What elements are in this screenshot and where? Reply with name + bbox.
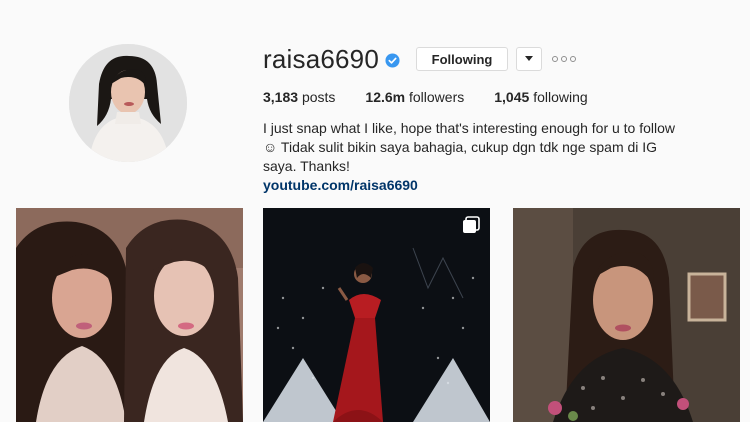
profile-page: raisa6690 Following 3,183 posts 12.6m fo…	[0, 0, 750, 422]
profile-bio: I just snap what I like, hope that's int…	[263, 119, 683, 195]
followers-label: followers	[409, 89, 465, 105]
post-thumbnail[interactable]	[513, 208, 740, 422]
posts-count: 3,183	[263, 89, 299, 105]
more-options-icon[interactable]	[552, 56, 576, 62]
chevron-down-icon	[525, 56, 533, 61]
post-thumbnail[interactable]	[16, 208, 243, 422]
bio-link[interactable]: youtube.com/raisa6690	[263, 176, 683, 195]
posts-stat: 3,183 posts	[263, 88, 335, 106]
verified-badge-icon	[385, 52, 400, 68]
posts-label: posts	[301, 89, 336, 105]
profile-stats: 3,183 posts 12.6m followers 1,045 follow…	[263, 88, 618, 106]
profile-avatar[interactable]	[69, 44, 187, 162]
profile-username: raisa6690	[263, 44, 379, 74]
bio-text: I just snap what I like, hope that's int…	[263, 120, 676, 174]
followers-stat[interactable]: 12.6m followers	[365, 88, 464, 106]
post-thumbnail[interactable]	[263, 208, 490, 422]
multiple-photos-icon	[463, 216, 480, 233]
following-label: following	[533, 89, 588, 105]
followers-count: 12.6m	[365, 89, 406, 105]
profile-header: raisa6690 Following	[263, 44, 576, 74]
following-button[interactable]: Following	[416, 47, 508, 71]
following-stat[interactable]: 1,045 following	[494, 88, 587, 106]
following-count: 1,045	[494, 89, 530, 105]
suggested-dropdown-button[interactable]	[516, 47, 542, 71]
